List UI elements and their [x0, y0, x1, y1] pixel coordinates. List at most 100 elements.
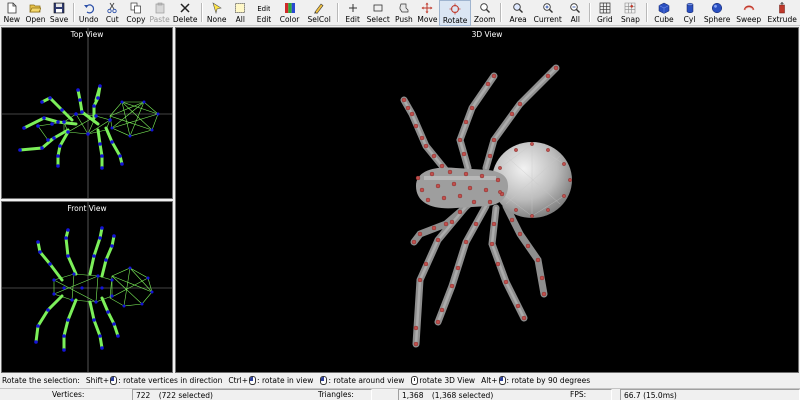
hint-text: : rotate vertices in direction — [118, 376, 223, 385]
zoom-mode-icon — [479, 3, 490, 13]
cube-button[interactable]: Cube — [650, 0, 678, 26]
edit-mode-icon — [348, 4, 357, 12]
new-button[interactable]: New — [0, 0, 24, 26]
rotate-mode-button[interactable]: Rotate — [439, 0, 471, 26]
paste-button[interactable]: Paste — [148, 0, 172, 26]
extrude-button[interactable]: Extrude — [764, 0, 799, 26]
3d-view-viewport[interactable]: 3D View — [175, 27, 799, 373]
fps-value: 66.7 (15.0ms) — [620, 389, 800, 400]
push-mode-button[interactable]: Push — [392, 0, 416, 26]
front-view-viewport[interactable]: Front View — [1, 201, 173, 373]
cylinder-button[interactable]: Cyl — [678, 0, 702, 26]
hint-rotate-3d: rotate 3D View — [410, 374, 475, 387]
3d-view-title: 3D View — [471, 30, 503, 39]
snap-button-label: Snap — [621, 15, 640, 24]
copy-icon — [130, 2, 141, 14]
undo-icon — [83, 4, 94, 14]
select-none-button-label: None — [206, 15, 227, 24]
copy-button-label: Copy — [126, 15, 146, 24]
sphere-icon — [712, 2, 723, 14]
sweep-button-label: Sweep — [736, 15, 762, 24]
cut-button-label: Cut — [105, 15, 119, 24]
open-button[interactable]: Open — [24, 0, 48, 26]
rotate-mode-button-label: Rotate — [442, 16, 468, 25]
sphere-button[interactable]: Sphere — [701, 0, 733, 26]
grid-button[interactable]: Grid — [593, 0, 617, 26]
edit-mode-button[interactable]: Edit — [341, 0, 365, 26]
cut-icon — [107, 2, 117, 14]
select-color-button[interactable]: SelCol — [303, 0, 335, 26]
left-mouse-icon — [249, 376, 257, 385]
edit-selection-button[interactable]: Edit Edit — [252, 0, 276, 26]
select-mode-icon — [373, 4, 383, 12]
color-button[interactable]: Color — [276, 0, 304, 26]
zoom-mode-button[interactable]: Zoom — [471, 0, 499, 26]
new-file-icon — [7, 2, 17, 14]
sphere-button-label: Sphere — [703, 15, 731, 24]
color-icon — [284, 3, 295, 13]
vertices-selected: (722 selected) — [158, 391, 213, 400]
hint-modifier: Shift+ — [85, 376, 110, 385]
vertices-count: 722 — [136, 391, 151, 400]
select-all-button-label: All — [235, 15, 245, 24]
open-folder-icon — [29, 4, 42, 13]
svg-text:Edit: Edit — [258, 5, 270, 13]
save-icon — [53, 2, 65, 14]
zoom-all-button-label: All — [570, 15, 580, 24]
triangles-label: Triangles: — [318, 390, 354, 399]
snap-icon — [625, 2, 636, 14]
select-none-icon — [212, 2, 222, 14]
top-view-title: Top View — [70, 30, 104, 39]
zoom-area-button-label: Area — [509, 15, 527, 24]
zoom-current-button[interactable]: Current — [532, 0, 564, 26]
extrude-icon — [779, 2, 785, 14]
color-button-label: Color — [279, 15, 300, 24]
edit-mode-button-label: Edit — [345, 15, 360, 24]
3d-view-mesh — [400, 64, 572, 348]
hint-alt-rotate: Alt+ : rotate by 90 degrees — [481, 374, 590, 387]
triangles-selected: (1,368 selected) — [431, 391, 494, 400]
push-mode-icon — [399, 3, 409, 13]
hint-shift-rotate: Shift+ : rotate vertices in direction — [85, 374, 223, 387]
sweep-button[interactable]: Sweep — [733, 0, 765, 26]
push-mode-button-label: Push — [394, 15, 413, 24]
copy-button[interactable]: Copy — [124, 0, 148, 26]
top-view-viewport[interactable]: Top View — [1, 27, 173, 199]
cylinder-icon — [686, 2, 693, 14]
cut-button[interactable]: Cut — [100, 0, 124, 26]
edit-selection-button-label: Edit — [256, 15, 272, 24]
top-view-mesh — [2, 28, 172, 198]
zoom-current-icon — [542, 3, 553, 13]
save-button-label: Save — [49, 15, 69, 24]
cube-button-label: Cube — [654, 15, 674, 24]
move-mode-button[interactable]: Move — [416, 0, 440, 26]
left-mouse-icon — [110, 376, 118, 385]
cylinder-button-label: Cyl — [683, 15, 696, 24]
delete-button[interactable]: Delete — [171, 0, 199, 26]
select-all-icon — [235, 3, 246, 13]
undo-button-label: Undo — [78, 15, 99, 24]
save-button[interactable]: Save — [47, 0, 71, 26]
select-all-button[interactable]: All — [229, 0, 253, 26]
main-toolbar: New Open Save Undo Cut Copy Paste Delete… — [0, 0, 800, 26]
select-none-button[interactable]: None — [205, 0, 229, 26]
snap-button[interactable]: Snap — [617, 0, 645, 26]
triangles-count: 1,368 — [402, 391, 424, 400]
undo-button[interactable]: Undo — [77, 0, 101, 26]
zoom-all-icon — [570, 3, 581, 13]
front-view-title: Front View — [67, 204, 107, 213]
sweep-icon — [743, 5, 754, 11]
zoom-all-button[interactable]: All — [563, 0, 587, 26]
vertices-label: Vertices: — [52, 390, 85, 399]
delete-icon — [180, 3, 190, 13]
edit-selection-icon: Edit — [258, 5, 270, 13]
middle-mouse-icon — [411, 376, 419, 385]
status-bar: Vertices: 722 (722 selected) Triangles: … — [0, 388, 800, 400]
zoom-area-button[interactable]: Area — [504, 0, 532, 26]
front-view-mesh — [2, 202, 172, 372]
move-mode-icon — [421, 2, 433, 14]
fps-label: FPS: — [570, 390, 587, 399]
select-color-icon — [314, 3, 324, 14]
select-mode-button[interactable]: Select — [364, 0, 392, 26]
cube-icon — [658, 2, 670, 14]
